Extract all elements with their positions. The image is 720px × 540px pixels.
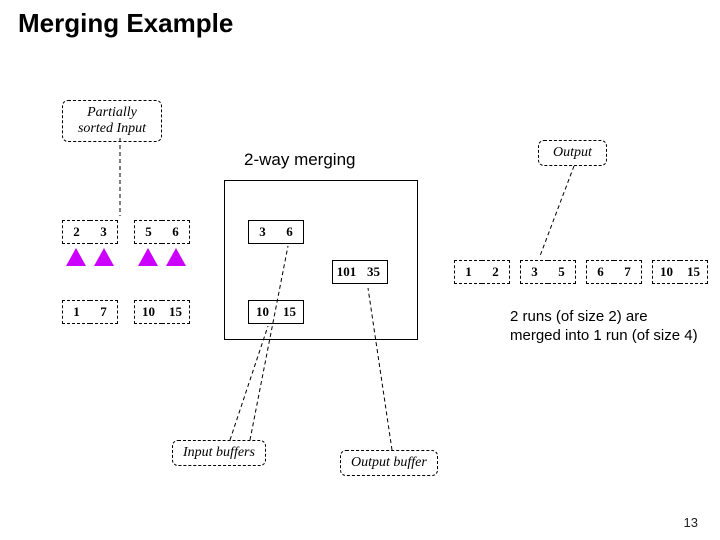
cell: 35 xyxy=(360,260,388,284)
cell: 7 xyxy=(614,260,642,284)
callout-input-buffers: Input buffers xyxy=(172,440,266,466)
input-buffer-bottom: 10 15 xyxy=(248,300,304,324)
cell: 1 xyxy=(454,260,482,284)
note-runs-merged: 2 runs (of size 2) are merged into 1 run… xyxy=(510,308,700,346)
cell: 6 xyxy=(276,220,304,244)
callout-output: Output xyxy=(538,140,607,166)
cell: 6 xyxy=(162,220,190,244)
callout-partially-sorted-input: Partiallysorted Input xyxy=(62,100,162,142)
cell: 15 xyxy=(680,260,708,284)
slide-title: Merging Example xyxy=(18,8,233,39)
cell: 3 xyxy=(520,260,548,284)
cell: 3 xyxy=(90,220,118,244)
input-row-top: 2 3 5 6 xyxy=(62,220,190,244)
callout-output-buffer: Output buffer xyxy=(340,450,438,476)
input-buffer-top: 3 6 xyxy=(248,220,304,244)
page-number: 13 xyxy=(684,515,698,530)
cell: 2 xyxy=(62,220,90,244)
triangle-icon xyxy=(138,248,158,266)
triangle-icon xyxy=(94,248,114,266)
cell: 15 xyxy=(276,300,304,324)
input-row-bottom: 1 7 10 15 xyxy=(62,300,190,324)
cell: 10 xyxy=(134,300,162,324)
cell: 1 xyxy=(62,300,90,324)
cell: 5 xyxy=(134,220,162,244)
cell: 15 xyxy=(162,300,190,324)
output-row: 1 2 3 5 6 7 10 15 xyxy=(454,260,708,284)
cell: 5 xyxy=(548,260,576,284)
cell: 10 xyxy=(652,260,680,284)
triangle-icon xyxy=(166,248,186,266)
label-two-way-merging: 2-way merging xyxy=(244,150,356,170)
cell: 3 xyxy=(248,220,276,244)
triangle-icon xyxy=(66,248,86,266)
cell: 101 xyxy=(332,260,360,284)
cell: 6 xyxy=(586,260,614,284)
cell: 2 xyxy=(482,260,510,284)
output-buffer: 101 35 xyxy=(332,260,388,284)
cell: 10 xyxy=(248,300,276,324)
cell: 7 xyxy=(90,300,118,324)
